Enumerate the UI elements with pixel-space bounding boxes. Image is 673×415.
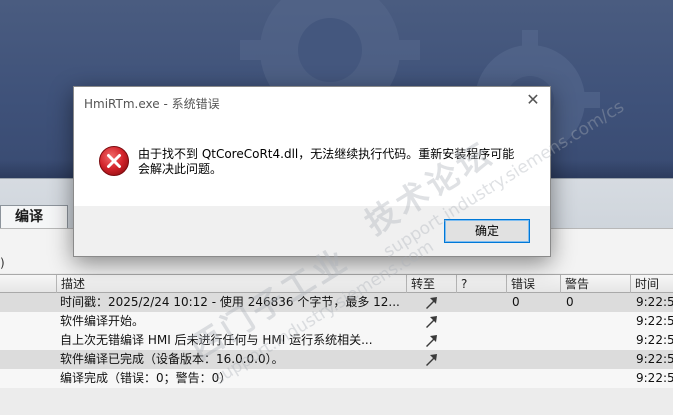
system-error-dialog: HmiRTm.exe - 系统错误 ✕ 由于找不到 QtCoreCoRt4.dl… (73, 86, 551, 257)
row-warnings: 0 (566, 295, 574, 309)
goto-arrow-icon[interactable] (423, 314, 439, 329)
table-row[interactable]: 编译完成（错误：0；警告：0） 9:22:5 (0, 369, 673, 388)
table-row[interactable]: 软件编译开始。 9:22:5 (0, 312, 673, 331)
row-time: 9:22:5 (636, 295, 673, 309)
row-warnings (566, 331, 606, 350)
row-time: 9:22:5 (636, 333, 673, 347)
row-description: 软件编译已完成（设备版本：16.0.0.0）。 (60, 352, 284, 366)
dialog-footer: 确定 (74, 206, 550, 256)
column-header-time[interactable]: 时间 (630, 275, 673, 293)
goto-arrow-icon[interactable] (423, 295, 439, 310)
row-warnings (566, 350, 606, 369)
close-icon[interactable]: ✕ (526, 92, 540, 108)
dialog-title: HmiRTm.exe - 系统错误 (84, 97, 220, 111)
error-icon (99, 146, 129, 176)
row-warnings (566, 369, 606, 388)
column-header-blank (0, 275, 56, 293)
row-errors (512, 331, 552, 350)
row-time: 9:22:5 (636, 371, 673, 385)
table-row[interactable]: 时间戳：2025/2/24 10:12 - 使用 246836 个字节，最多 1… (0, 293, 673, 312)
row-errors (512, 312, 552, 331)
row-description: 自上次无错编译 HMI 后未进行任何与 HMI 运行系统相关... (60, 333, 373, 347)
row-time: 9:22:5 (636, 314, 673, 328)
row-description: 编译完成（错误：0；警告：0） (60, 371, 232, 385)
goto-arrow-icon[interactable] (423, 333, 439, 348)
table-row[interactable]: 自上次无错编译 HMI 后未进行任何与 HMI 运行系统相关... 9:22:5 (0, 331, 673, 350)
column-header-help[interactable]: ? (456, 275, 506, 293)
filter-paren: ) (0, 256, 5, 270)
row-description: 软件编译开始。 (60, 314, 145, 328)
column-header-warnings[interactable]: 警告 (560, 275, 630, 293)
column-header-description[interactable]: 描述 (56, 275, 406, 293)
row-warnings (566, 312, 606, 331)
row-description: 时间戳：2025/2/24 10:12 - 使用 246836 个字节，最多 1… (60, 295, 400, 309)
dialog-message: 由于找不到 QtCoreCoRt4.dll，无法继续执行代码。重新安装程序可能会… (138, 147, 515, 176)
goto-arrow-icon[interactable] (423, 352, 439, 367)
row-errors (512, 369, 552, 388)
table-header: 描述 转至 ? 错误 警告 时间 (0, 274, 673, 293)
ok-button[interactable]: 确定 (444, 219, 530, 243)
row-errors (512, 350, 552, 369)
row-errors: 0 (512, 295, 520, 309)
tab-compile[interactable]: 编译 (0, 205, 68, 229)
row-time: 9:22:5 (636, 352, 673, 366)
column-header-goto[interactable]: 转至 (406, 275, 456, 293)
column-header-errors[interactable]: 错误 (506, 275, 560, 293)
table-row[interactable]: 软件编译已完成（设备版本：16.0.0.0）。 9:22:5 (0, 350, 673, 369)
